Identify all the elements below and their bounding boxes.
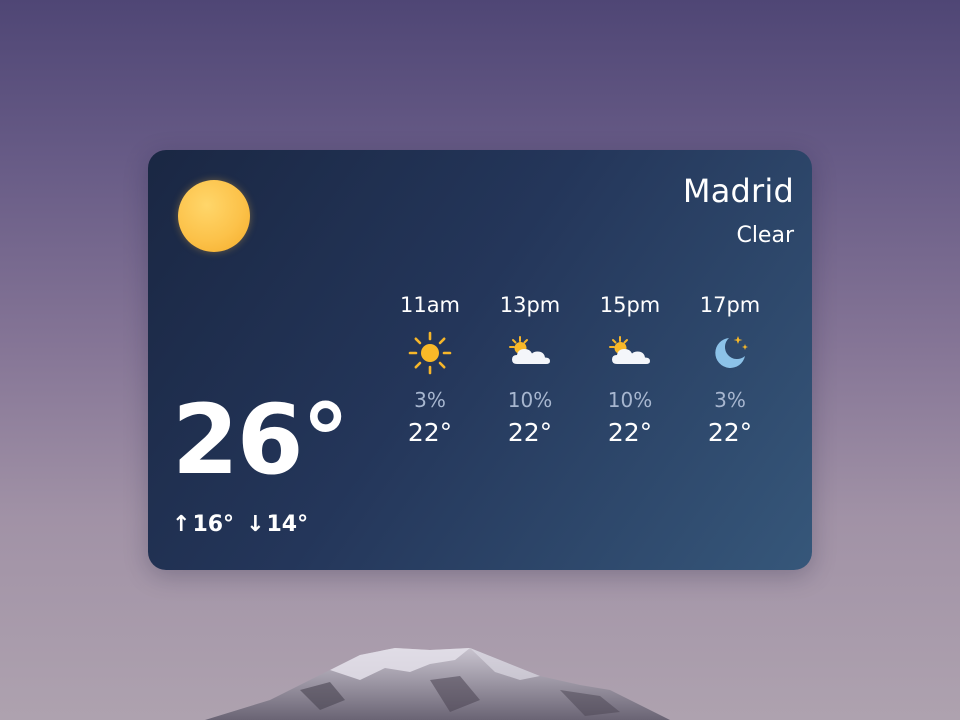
hourly-forecast: 11am 3% 22° 13pm 10% 22° 15pm 10% 22° 17… — [380, 290, 780, 450]
partly-cloudy-icon — [609, 336, 650, 364]
hourly-item: 11am 3% 22° — [380, 290, 480, 450]
hour-time: 15pm — [599, 293, 661, 317]
hour-time: 11am — [399, 293, 461, 317]
hourly-item: 15pm 10% 22° — [580, 290, 680, 450]
hour-temp: 22° — [707, 418, 753, 447]
precip-chance: 3% — [414, 388, 446, 412]
arrow-down-icon: ↓ — [246, 512, 265, 537]
precip-chance: 3% — [714, 388, 746, 412]
hourly-item: 13pm 10% 22° — [480, 290, 580, 450]
high-temperature: ↑16° — [172, 512, 234, 537]
hour-temp: 22° — [607, 418, 653, 447]
high-low-temperatures: ↑16° ↓14° — [172, 512, 308, 537]
high-temp-value: 16° — [192, 512, 235, 537]
city-name: Madrid — [682, 172, 794, 210]
sun-icon — [408, 331, 452, 375]
hourly-item: 17pm 3% 22° — [680, 290, 780, 450]
hour-time: 13pm — [499, 293, 561, 317]
precip-chance: 10% — [607, 388, 653, 412]
hour-temp: 22° — [507, 418, 553, 447]
hour-temp: 22° — [407, 418, 453, 447]
weather-widget[interactable]: Madrid Clear 11am 3% 22° 13pm 10% 22° 15… — [148, 150, 812, 570]
condition-label: Clear — [736, 223, 794, 248]
partly-cloudy-icon — [509, 336, 550, 364]
low-temp-value: 14° — [266, 512, 309, 537]
sun-icon — [178, 180, 250, 252]
moon-stars-icon — [715, 336, 748, 368]
precip-chance: 10% — [507, 388, 553, 412]
hour-time: 17pm — [699, 293, 761, 317]
low-temperature: ↓14° — [246, 512, 308, 537]
current-temperature: 26° — [172, 384, 350, 496]
arrow-up-icon: ↑ — [172, 512, 191, 537]
